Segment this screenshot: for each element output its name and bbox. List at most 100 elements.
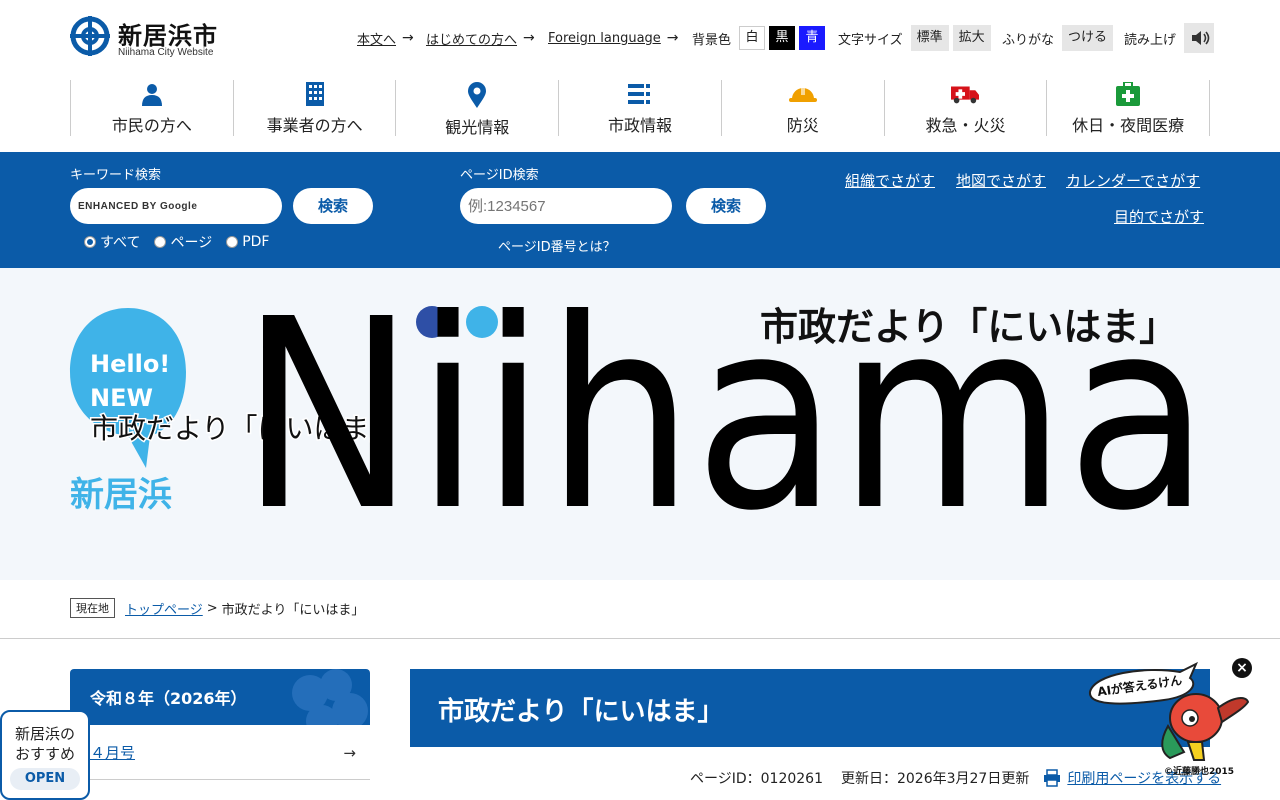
bg-color-group: 背景色 白 黒 青 (692, 24, 826, 52)
nav-label: 観光情報 (445, 118, 510, 137)
helmet-icon (788, 82, 817, 106)
bg-white-button[interactable]: 白 (739, 26, 766, 50)
nav-label: 市民の方へ (111, 116, 192, 135)
bg-color-label: 背景色 (692, 32, 732, 48)
recommend-open-button[interactable]: OPEN (10, 768, 80, 790)
side-item-link[interactable]: ４月号 (90, 742, 135, 763)
global-nav: 市民の方へ 事業者の方へ 観光情報 市政情報 防災 救急・火災 休日・夜間医療 (70, 80, 1211, 137)
site-sub: Niihama City Website (118, 47, 214, 58)
side-menu-item[interactable]: ４月号 → (70, 726, 370, 780)
breadcrumb: 現在地 トップページ > 市政だより「にいはま」 (70, 597, 364, 619)
pageid-search-input[interactable] (460, 188, 672, 224)
badge-hello: Hello! (90, 350, 170, 378)
radio-circle[interactable] (154, 236, 167, 248)
arrow-right-icon: → (523, 30, 535, 46)
pageid-help-link[interactable]: ページID番号とは？ (498, 236, 616, 255)
first-aid-icon (1114, 82, 1142, 106)
recommend-widget[interactable]: 新居浜の おすすめ OPEN (0, 710, 90, 800)
radio-label: すべて (100, 235, 141, 251)
radio-circle[interactable] (226, 236, 239, 248)
link-foreign[interactable]: Foreign language (548, 31, 661, 46)
close-icon[interactable]: × (1232, 658, 1252, 678)
side-menu-heading: 令和８年（2026年） (70, 669, 370, 725)
flower-pattern-icon (292, 669, 368, 725)
nav-disaster[interactable]: 防災 (720, 80, 884, 136)
site-logo[interactable]: 新居浜市 Niihama City Website (70, 14, 240, 62)
building-icon (301, 82, 329, 106)
font-size-group: 文字サイズ 標準 拡大 (838, 24, 991, 52)
speaker-icon[interactable] (1184, 23, 1215, 53)
google-search-placeholder: ENHANCED BY Google (78, 200, 198, 212)
nav-business[interactable]: 事業者の方へ (232, 80, 396, 136)
person-icon (138, 82, 166, 106)
arrow-right-icon: → (666, 30, 679, 46)
radio-pdf[interactable]: PDF (226, 234, 269, 250)
hero-top-title: 市政だより「にいはま」 (760, 305, 1177, 349)
find-by-purpose-link[interactable]: 目的でさがす (1114, 206, 1204, 227)
radio-label: PDF (242, 234, 270, 250)
breadcrumb-top-link[interactable]: トップページ (125, 599, 203, 618)
nav-city-admin[interactable]: 市政情報 (558, 80, 721, 136)
bg-black-button[interactable]: 黒 (769, 26, 796, 50)
mascot-copyright: ©近藤勝也2015 (1164, 765, 1234, 777)
font-size-label: 文字サイズ (838, 32, 903, 48)
badge-new: NEW (90, 384, 153, 412)
nav-medical[interactable]: 休日・夜間医療 (1046, 80, 1211, 136)
first-time-link[interactable]: はじめての方へ → (426, 24, 535, 52)
foreign-language-link[interactable]: Foreign language → (548, 24, 679, 52)
radio-page[interactable]: ページ (154, 232, 212, 252)
badge-city: 新居浜 (70, 475, 172, 515)
read-aloud-label: 読み上げ (1124, 32, 1177, 48)
breadcrumb-sep: > (206, 600, 218, 616)
read-aloud-group: 読み上げ (1124, 23, 1215, 53)
furigana-button[interactable]: つける (1062, 25, 1114, 51)
arrow-right-icon: → (402, 30, 414, 46)
radio-circle[interactable] (84, 236, 96, 248)
nav-citizens[interactable]: 市民の方へ (70, 80, 233, 136)
radio-all[interactable]: すべて (84, 232, 140, 252)
hero-graphic: Hello! NEW 新居浜 市政だより「にいはま」 Niihama 市政だより… (70, 268, 1210, 568)
find-by-calendar-link[interactable]: カレンダーでさがす (1066, 170, 1200, 191)
site-name: 新居浜市 (118, 22, 218, 50)
site-header: 新居浜市 Niihama City Website 本文へ → はじめての方へ → … (0, 0, 1280, 75)
printer-icon (1044, 769, 1061, 787)
mascot-icon: AIが答えるけん ©近藤勝也2015 (1089, 661, 1250, 777)
link-first-time[interactable]: はじめての方へ (426, 29, 517, 48)
ambulance-icon (951, 82, 980, 106)
map-pin-icon (463, 82, 491, 108)
find-by-org-link[interactable]: 組織でさがす (845, 170, 935, 191)
radio-label: ページ (170, 235, 213, 251)
recommend-line1: 新居浜の (14, 725, 75, 743)
list-icon (626, 82, 654, 106)
search-band: キーワード検索 ENHANCED BY Google 検索 すべて ページ PD… (0, 152, 1280, 268)
page-id: ページID：0120261 (690, 771, 823, 787)
recommend-text: 新居浜の おすすめ (2, 724, 88, 764)
keyword-search-input[interactable]: ENHANCED BY Google (70, 188, 282, 224)
skip-to-content[interactable]: 本文へ → (357, 24, 414, 52)
side-heading-text: 令和８年（2026年） (90, 689, 247, 708)
nav-tourism[interactable]: 観光情報 (395, 80, 558, 137)
breadcrumb-current: 市政だより「にいはま」 (221, 602, 365, 618)
keyword-search-label: キーワード検索 (70, 168, 162, 183)
font-large-button[interactable]: 拡大 (952, 25, 991, 51)
nav-label: 休日・夜間医療 (1072, 116, 1185, 135)
font-normal-button[interactable]: 標準 (910, 25, 949, 51)
find-by-map-link[interactable]: 地図でさがす (956, 170, 1046, 191)
nav-label: 事業者の方へ (266, 116, 363, 135)
furigana-group: ふりがな つける (1002, 24, 1114, 52)
keyword-search-button[interactable]: 検索 (293, 188, 373, 224)
city-emblem-icon (70, 16, 110, 56)
nav-label: 防災 (786, 116, 819, 135)
pageid-search-button[interactable]: 検索 (686, 188, 766, 224)
breadcrumb-badge: 現在地 (70, 598, 115, 618)
arrow-right-icon: → (343, 743, 356, 762)
pageid-search-label: ページID検索 (460, 168, 539, 183)
updated-date: 更新日：2026年3月27日更新 (840, 771, 1030, 787)
recommend-line2: おすすめ (14, 745, 75, 763)
bg-blue-button[interactable]: 青 (799, 26, 826, 50)
furigana-label: ふりがな (1002, 32, 1055, 48)
link-honbun[interactable]: 本文へ (357, 29, 396, 48)
divider (0, 638, 1280, 639)
ai-mascot-widget[interactable]: AIが答えるけん ©近藤勝也2015 (1084, 656, 1260, 786)
nav-emergency[interactable]: 救急・火災 (883, 80, 1047, 136)
